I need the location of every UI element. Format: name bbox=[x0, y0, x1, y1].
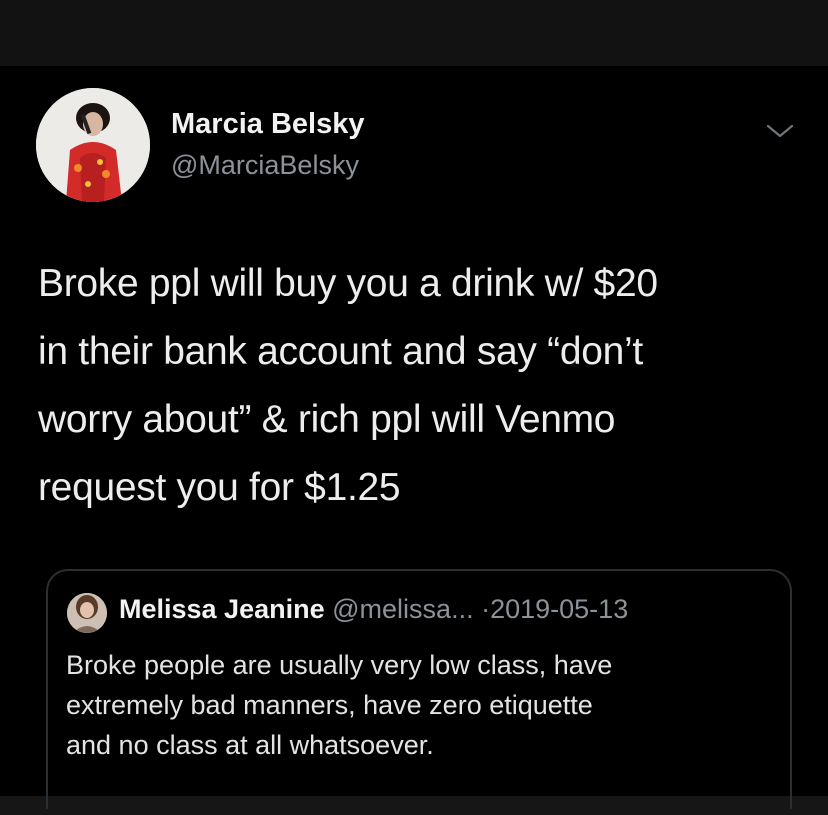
author-name[interactable]: Marcia Belsky bbox=[171, 108, 364, 141]
quoted-author-avatar[interactable] bbox=[67, 593, 107, 633]
chevron-down-icon[interactable] bbox=[760, 114, 800, 148]
quoted-author-name[interactable]: Melissa Jeanine bbox=[119, 594, 325, 624]
author-avatar[interactable] bbox=[36, 88, 150, 202]
quoted-tweet-header: Melissa Jeanine @melissa... ·2019-05-13 bbox=[119, 594, 628, 625]
tweet-text: Broke ppl will buy you a drink w/ $20 in… bbox=[38, 250, 798, 522]
quoted-text-line: extremely bad manners, have zero etiquet… bbox=[66, 690, 593, 720]
avatar-photo-icon bbox=[67, 593, 107, 633]
tweet-text-line: Broke ppl will buy you a drink w/ $20 bbox=[38, 262, 658, 305]
tweet-text-line: request you for $1.25 bbox=[38, 466, 401, 509]
avatar-photo-icon bbox=[36, 88, 150, 202]
author-handle[interactable]: @MarciaBelsky bbox=[171, 150, 359, 181]
quoted-author-handle[interactable]: @melissa... bbox=[332, 594, 473, 624]
quoted-tweet-text: Broke people are usually very low class,… bbox=[66, 645, 786, 765]
separator-dot: · bbox=[481, 594, 491, 624]
tweet-text-line: in their bank account and say “don’t bbox=[38, 330, 643, 373]
quoted-text-line: and no class at all whatsoever. bbox=[66, 730, 434, 760]
quoted-tweet-date[interactable]: 2019-05-13 bbox=[490, 594, 628, 624]
top-margin bbox=[0, 0, 828, 66]
quoted-text-line: Broke people are usually very low class,… bbox=[66, 650, 613, 680]
tweet-text-line: worry about” & rich ppl will Venmo bbox=[38, 398, 616, 441]
